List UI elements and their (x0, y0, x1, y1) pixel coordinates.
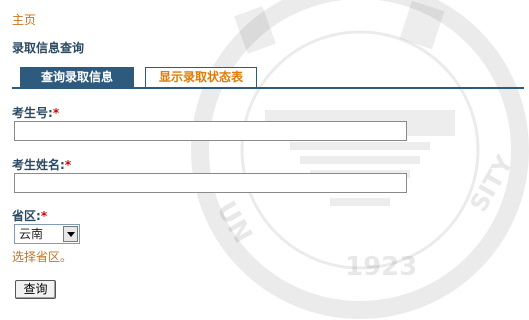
exam-number-label: 考生号:* (12, 104, 59, 121)
tab-query-admission[interactable]: 查询录取信息 (20, 67, 134, 87)
main-content: 主页 录取信息查询 查询录取信息 显示录取状态表 考生号:* 考生姓名:* 省区… (12, 0, 529, 307)
province-label-text: 省区: (12, 209, 41, 223)
required-marker: * (64, 158, 72, 172)
province-label: 省区:* (12, 207, 47, 224)
province-select[interactable]: 云南 (14, 224, 80, 244)
province-selected-value: 云南 (19, 227, 44, 241)
province-hint: 选择省区。 (12, 250, 73, 264)
chevron-down-icon (67, 232, 75, 237)
breadcrumb-home-link[interactable]: 主页 (12, 11, 36, 28)
dropdown-arrow-button[interactable] (63, 226, 78, 242)
exam-number-input[interactable] (14, 121, 407, 141)
exam-number-label-text: 考生号: (12, 106, 53, 120)
page-title: 录取信息查询 (12, 41, 85, 55)
query-submit-button[interactable]: 查询 (15, 280, 56, 299)
student-name-input[interactable] (14, 173, 407, 193)
tab-divider (12, 87, 524, 89)
student-name-label-text: 考生姓名: (12, 158, 65, 172)
required-marker: * (52, 106, 60, 120)
student-name-label: 考生姓名:* (12, 156, 71, 173)
required-marker: * (40, 209, 48, 223)
tab-admission-status-table[interactable]: 显示录取状态表 (145, 67, 257, 88)
